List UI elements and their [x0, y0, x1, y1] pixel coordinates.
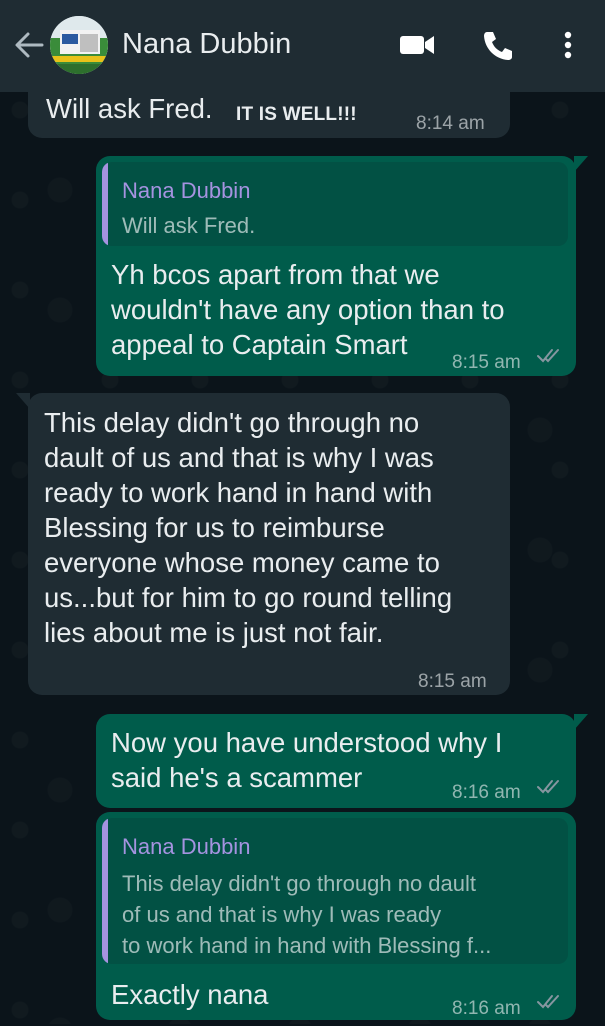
message-text-line: appeal to Captain Smart — [111, 329, 408, 360]
quote-text-line: This delay didn't go through no dault — [122, 871, 476, 896]
video-camera-icon — [400, 36, 434, 54]
quote-text-line: of us and that is why I was ready — [122, 902, 442, 927]
read-receipt-icon — [537, 349, 559, 363]
quote-author: Nana Dubbin — [122, 178, 251, 203]
read-receipt-icon — [537, 995, 559, 1009]
quote-bar — [102, 818, 108, 964]
message-time: 8:15 am — [418, 671, 487, 692]
quoted-message[interactable]: Nana Dubbin Will ask Fred. — [102, 162, 568, 246]
message-text-line: us...but for him to go round telling — [44, 582, 453, 613]
message-caps-text: IT IS WELL!!! — [236, 104, 357, 125]
message-text-line: Yh bcos apart from that we — [111, 259, 440, 290]
message-text-line: wouldn't have any option than to — [111, 294, 505, 325]
message-text-line: dault of us and that is why I was — [44, 442, 434, 473]
read-receipt-icon — [537, 780, 559, 794]
contact-name[interactable]: Nana Dubbin — [122, 28, 291, 61]
message-text-line: Exactly nana — [111, 979, 269, 1010]
message-text-line: Now you have understood why I — [111, 727, 503, 758]
message-time: 8:14 am — [416, 113, 485, 134]
phone-icon — [484, 32, 512, 60]
message-time: 8:16 am — [452, 998, 521, 1019]
message-text-line: lies about me is just not fair. — [44, 617, 384, 648]
more-vert-icon — [564, 31, 572, 59]
message-text: Will ask Fred. — [46, 93, 213, 124]
contact-avatar[interactable] — [50, 16, 108, 74]
message-time: 8:15 am — [452, 352, 521, 373]
outgoing-message[interactable]: Nana Dubbin This delay didn't go through… — [96, 812, 576, 1020]
quote-text: Will ask Fred. — [122, 213, 256, 238]
more-options-button[interactable] — [558, 28, 578, 62]
quote-text-line: to work hand in hand with Blessing f... — [122, 933, 492, 958]
message-text-line: said he's a scammer — [111, 762, 363, 793]
message-text-line: ready to work hand in hand with — [44, 477, 433, 508]
outgoing-message[interactable]: Nana Dubbin Will ask Fred. Yh bcos apart… — [96, 156, 588, 376]
incoming-message[interactable]: This delay didn't go through no dault of… — [16, 393, 510, 695]
message-text-line: This delay didn't go through no — [44, 407, 420, 438]
video-call-button[interactable] — [398, 28, 438, 62]
message-text-line: everyone whose money came to — [44, 547, 440, 578]
chat-header: Nana Dubbin — [0, 0, 605, 92]
back-button[interactable] — [12, 30, 46, 60]
outgoing-message[interactable]: Now you have understood why I said he's … — [96, 714, 588, 808]
arrow-left-icon — [15, 32, 44, 58]
quote-bar — [102, 162, 108, 246]
quote-author: Nana Dubbin — [122, 834, 251, 859]
message-text-line: Blessing for us to reimburse — [44, 512, 385, 543]
voice-call-button[interactable] — [480, 28, 516, 62]
message-time: 8:16 am — [452, 782, 521, 803]
quoted-message[interactable]: Nana Dubbin This delay didn't go through… — [102, 818, 568, 964]
